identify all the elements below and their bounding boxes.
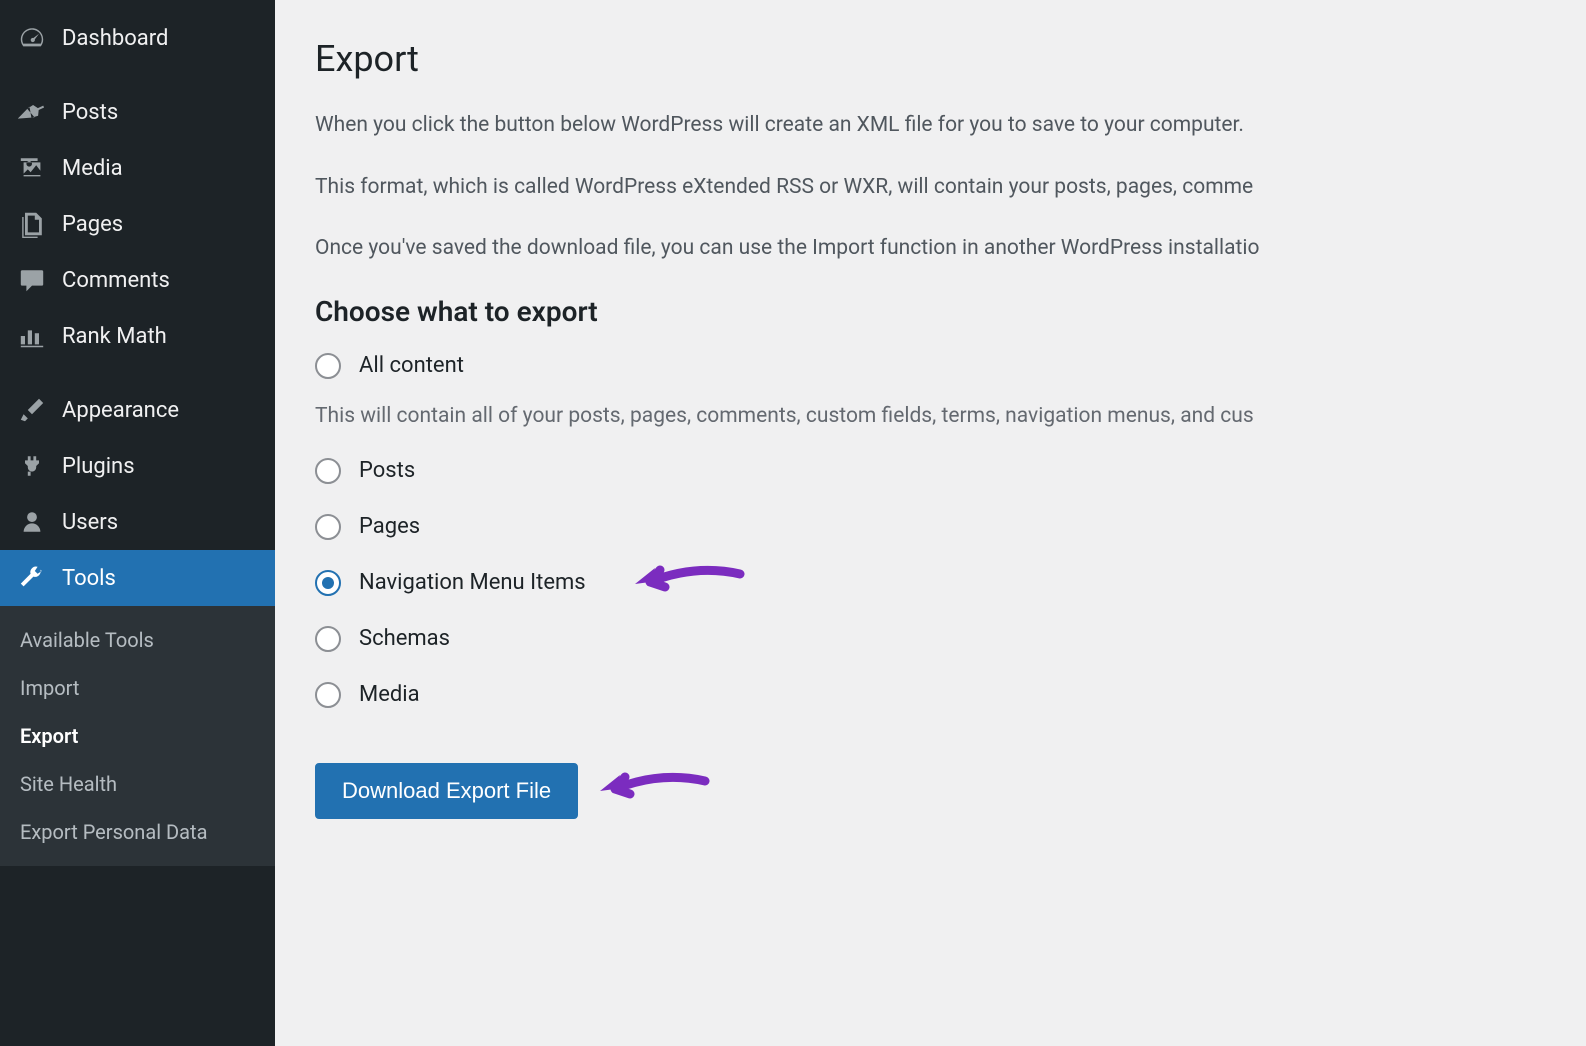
sidebar-item-plugins[interactable]: Plugins bbox=[0, 438, 275, 494]
radio-label[interactable]: All content bbox=[359, 353, 464, 378]
annotation-arrow-icon bbox=[625, 554, 745, 614]
sidebar-item-users[interactable]: Users bbox=[0, 494, 275, 550]
radio-posts[interactable] bbox=[315, 458, 341, 484]
sidebar-item-comments[interactable]: Comments bbox=[0, 252, 275, 308]
menu-label: Media bbox=[62, 156, 123, 181]
submenu-item-export[interactable]: Export bbox=[0, 712, 275, 760]
radio-label[interactable]: Media bbox=[359, 682, 420, 707]
brush-icon bbox=[18, 396, 46, 424]
intro-paragraph: Once you've saved the download file, you… bbox=[315, 233, 1546, 265]
menu-label: Posts bbox=[62, 100, 118, 125]
menu-label: Pages bbox=[62, 212, 123, 237]
export-option-schemas[interactable]: Schemas bbox=[315, 626, 1546, 652]
media-icon bbox=[18, 154, 46, 182]
radio-navigation-menu-items[interactable] bbox=[315, 570, 341, 596]
menu-label: Plugins bbox=[62, 454, 135, 479]
sidebar-item-posts[interactable]: Posts bbox=[0, 84, 275, 140]
radio-all-content[interactable] bbox=[315, 353, 341, 379]
sidebar-item-appearance[interactable]: Appearance bbox=[0, 382, 275, 438]
sidebar-item-pages[interactable]: Pages bbox=[0, 196, 275, 252]
dashboard-icon bbox=[18, 24, 46, 52]
sidebar-item-rankmath[interactable]: Rank Math bbox=[0, 308, 275, 364]
user-icon bbox=[18, 508, 46, 536]
submenu-item-import[interactable]: Import bbox=[0, 664, 275, 712]
menu-label: Users bbox=[62, 510, 118, 535]
main-content: Export When you click the button below W… bbox=[275, 0, 1586, 1046]
tools-submenu: Available Tools Import Export Site Healt… bbox=[0, 606, 275, 866]
radio-media[interactable] bbox=[315, 682, 341, 708]
admin-sidebar: Dashboard Posts Media Pages Comments Ran… bbox=[0, 0, 275, 1046]
plug-icon bbox=[18, 452, 46, 480]
chart-icon bbox=[18, 322, 46, 350]
radio-schemas[interactable] bbox=[315, 626, 341, 652]
export-option-nav-menu-items[interactable]: Navigation Menu Items bbox=[315, 570, 1546, 596]
download-export-file-button[interactable]: Download Export File bbox=[315, 763, 578, 819]
sidebar-item-tools[interactable]: Tools bbox=[0, 550, 275, 606]
submenu-item-available-tools[interactable]: Available Tools bbox=[0, 616, 275, 664]
page-title: Export bbox=[315, 38, 1546, 80]
menu-label: Rank Math bbox=[62, 324, 167, 349]
comment-icon bbox=[18, 266, 46, 294]
intro-paragraph: This format, which is called WordPress e… bbox=[315, 172, 1546, 204]
sidebar-item-media[interactable]: Media bbox=[0, 140, 275, 196]
radio-pages[interactable] bbox=[315, 514, 341, 540]
submenu-item-export-personal-data[interactable]: Export Personal Data bbox=[0, 808, 275, 856]
export-option-pages[interactable]: Pages bbox=[315, 514, 1546, 540]
menu-label: Dashboard bbox=[62, 26, 168, 51]
radio-label[interactable]: Pages bbox=[359, 514, 420, 539]
export-option-posts[interactable]: Posts bbox=[315, 458, 1546, 484]
radio-label[interactable]: Navigation Menu Items bbox=[359, 570, 586, 595]
menu-label: Tools bbox=[62, 566, 116, 591]
intro-text: When you click the button below WordPres… bbox=[315, 110, 1546, 265]
radio-label[interactable]: Schemas bbox=[359, 626, 450, 651]
annotation-arrow-icon bbox=[590, 761, 710, 821]
menu-label: Appearance bbox=[62, 398, 179, 423]
submenu-item-site-health[interactable]: Site Health bbox=[0, 760, 275, 808]
wrench-icon bbox=[18, 564, 46, 592]
section-heading: Choose what to export bbox=[315, 295, 1546, 328]
radio-label[interactable]: Posts bbox=[359, 458, 415, 483]
export-option-media[interactable]: Media bbox=[315, 682, 1546, 708]
all-content-description: This will contain all of your posts, pag… bbox=[315, 404, 1546, 428]
menu-label: Comments bbox=[62, 268, 170, 293]
pages-icon bbox=[18, 210, 46, 238]
sidebar-item-dashboard[interactable]: Dashboard bbox=[0, 10, 275, 66]
pin-icon bbox=[18, 98, 46, 126]
intro-paragraph: When you click the button below WordPres… bbox=[315, 110, 1546, 142]
export-option-all[interactable]: All content bbox=[315, 353, 1546, 379]
